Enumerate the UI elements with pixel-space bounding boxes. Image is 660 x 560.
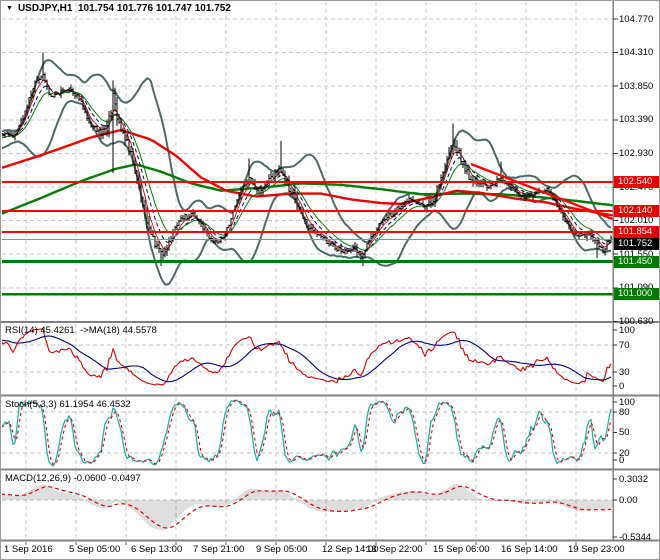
time-tick-label: 9 Sep 05:00 bbox=[256, 544, 307, 555]
time-tick-label: 16 Sep 14:00 bbox=[501, 544, 558, 555]
price-tag: 102.540 bbox=[614, 176, 660, 188]
price-tick-label: 103.390 bbox=[619, 114, 653, 125]
price-tag: 102.140 bbox=[614, 205, 660, 217]
rsi-scale-label: 0 bbox=[619, 381, 624, 392]
macd-scale-label: 0.00 bbox=[619, 495, 638, 506]
rsi-scale-label: 100 bbox=[619, 325, 635, 336]
price-tag: 101.752 bbox=[614, 238, 660, 250]
macd-indicator-label: MACD(12,26,9) -0.0600 -0.0497 bbox=[5, 473, 141, 484]
price-tick-label: 104.310 bbox=[619, 47, 653, 58]
chart-title-bar: ▼ USDJPY,H1 101.754 101.776 101.747 101.… bbox=[6, 3, 231, 14]
rsi-scale-label: 30 bbox=[619, 367, 630, 378]
price-tag: 101.000 bbox=[614, 288, 660, 300]
symbol-dropdown-icon[interactable]: ▼ bbox=[6, 5, 13, 12]
stoch-indicator-label: Stoch(5,3,3) 61.1954 46.4532 bbox=[5, 399, 131, 410]
mt4-chart-window: ▼ USDJPY,H1 101.754 101.776 101.747 101.… bbox=[0, 0, 660, 560]
time-tick-label: 13 Sep 22:00 bbox=[366, 544, 423, 555]
price-tick-label: 103.850 bbox=[619, 81, 653, 92]
macd-scale-label: -0.5344 bbox=[619, 532, 651, 543]
time-tick-label: 15 Sep 06:00 bbox=[433, 544, 490, 555]
stoch-scale-label: 50 bbox=[619, 427, 630, 438]
time-tick-label: 6 Sep 13:00 bbox=[131, 544, 182, 555]
time-tick-label: 19 Sep 23:00 bbox=[568, 544, 625, 555]
macd-scale-label: 0.3032 bbox=[619, 474, 648, 485]
price-tag: 101.450 bbox=[614, 256, 660, 268]
price-tick-label: 104.770 bbox=[619, 14, 653, 25]
chart-title: USDJPY,H1 101.754 101.776 101.747 101.75… bbox=[18, 3, 231, 14]
time-tick-label: 1 Sep 2016 bbox=[4, 544, 53, 555]
price-tick-label: 102.930 bbox=[619, 148, 653, 159]
rsi-scale-label: 70 bbox=[619, 340, 630, 351]
time-tick-label: 7 Sep 21:00 bbox=[193, 544, 244, 555]
stoch-scale-label: 80 bbox=[619, 407, 630, 418]
price-tag: 101.854 bbox=[614, 226, 660, 238]
stoch-scale-label: 0 bbox=[619, 455, 624, 466]
time-tick-label: 5 Sep 05:00 bbox=[69, 544, 120, 555]
rsi-indicator-label: RSI(14) 45.4261 ->MA(18) 44.5578 bbox=[5, 325, 157, 336]
